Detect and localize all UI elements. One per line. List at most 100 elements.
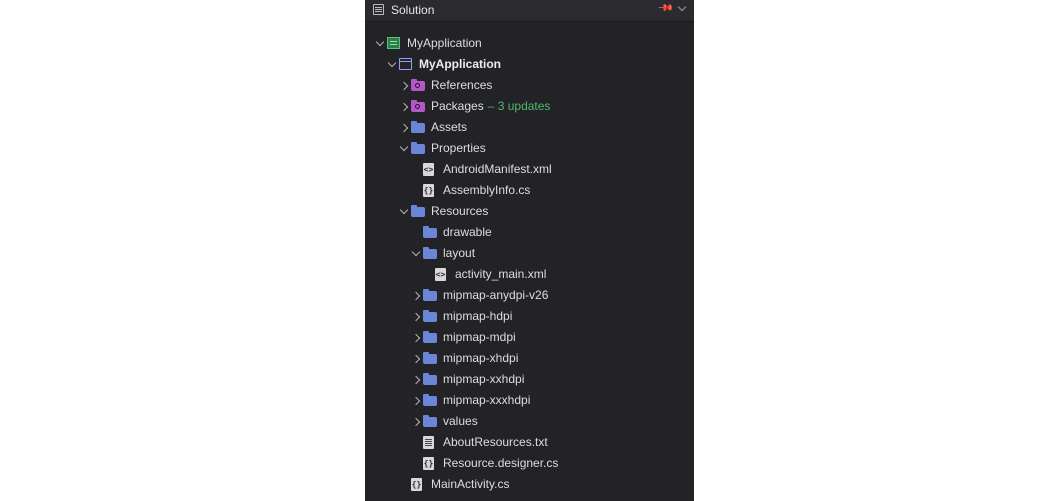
solution-tree: MyApplication MyApplication References Pack… (365, 33, 694, 495)
tree-item[interactable]: Resources (365, 201, 694, 222)
folder-icon (423, 352, 437, 364)
package-folder-icon (411, 79, 425, 91)
tree-item-text: values (443, 414, 478, 428)
chevron-right-icon[interactable] (411, 354, 421, 364)
solution-pad-header: Solution 📌 (365, 0, 694, 22)
tree-item[interactable]: Assets (365, 117, 694, 138)
tree-item-text: mipmap-xxxhdpi (443, 393, 531, 407)
pad-title: Solution (391, 3, 435, 17)
tree-item[interactable]: mipmap-xxhdpi (365, 369, 694, 390)
tree-item-text: activity_main.xml (455, 267, 547, 281)
folder-icon (423, 331, 437, 343)
tree-item[interactable]: mipmap-hdpi (365, 306, 694, 327)
tree-item-label: values (443, 411, 478, 432)
tree-item[interactable]: MyApplication (365, 33, 694, 54)
tree-item-label: activity_main.xml (455, 264, 546, 285)
tree-item-label: mipmap-anydpi-v26 (443, 285, 548, 306)
folder-icon (411, 205, 425, 217)
chevron-right-icon[interactable] (411, 291, 421, 301)
tree-item-label: Resource.designer.cs (443, 453, 558, 474)
xml-file-icon: <> (435, 268, 446, 281)
tree-item-label: Resources (431, 201, 488, 222)
chevron-right-icon[interactable] (411, 417, 421, 427)
tree-item-text: References (431, 78, 493, 92)
chevron-right-icon[interactable] (411, 375, 421, 385)
tree-item-label: Properties (431, 138, 486, 159)
pin-icon[interactable]: 📌 (657, 0, 674, 17)
tree-item[interactable]: drawable (365, 222, 694, 243)
solution-icon (387, 37, 400, 49)
tree-item-text: MyApplication (419, 57, 502, 71)
tree-item-text: AboutResources.txt (443, 435, 548, 449)
tree-item-label: Packages – 3 updates (431, 96, 550, 117)
tree-item-text: mipmap-anydpi-v26 (443, 288, 549, 302)
project-icon (399, 58, 412, 70)
tree-item-label: AndroidManifest.xml (443, 159, 552, 180)
cs-file-icon: {} (423, 457, 434, 470)
tree-item-text: Resource.designer.cs (443, 456, 559, 470)
tree-item-text: Resources (431, 204, 489, 218)
solution-list-icon (373, 4, 384, 15)
tree-item-label: AboutResources.txt (443, 432, 548, 453)
tree-item-text: layout (443, 246, 476, 260)
tree-item[interactable]: <> AndroidManifest.xml (365, 159, 694, 180)
tree-item-label: layout (443, 243, 475, 264)
tree-item[interactable]: AboutResources.txt (365, 432, 694, 453)
tree-item-label: AssemblyInfo.cs (443, 180, 530, 201)
tree-item-label: mipmap-xxhdpi (443, 369, 524, 390)
tree-item[interactable]: {} AssemblyInfo.cs (365, 180, 694, 201)
tree-item-label: mipmap-xhdpi (443, 348, 518, 369)
tree-item[interactable]: mipmap-xxxhdpi (365, 390, 694, 411)
chevron-right-icon[interactable] (411, 333, 421, 343)
chevron-down-icon[interactable] (375, 37, 385, 47)
tree-item[interactable]: Properties (365, 138, 694, 159)
tree-item-label: MainActivity.cs (431, 474, 509, 495)
folder-icon (423, 247, 437, 259)
tree-item[interactable]: {} Resource.designer.cs (365, 453, 694, 474)
chevron-right-icon[interactable] (411, 312, 421, 322)
chevron-down-icon[interactable] (677, 2, 687, 12)
folder-icon (423, 289, 437, 301)
tree-item[interactable]: values (365, 411, 694, 432)
chevron-down-icon[interactable] (411, 247, 421, 257)
chevron-right-icon[interactable] (411, 396, 421, 406)
tree-item-text: AssemblyInfo.cs (443, 183, 531, 197)
xml-file-icon: <> (423, 163, 434, 176)
tree-item-text: Assets (431, 120, 468, 134)
tree-item-text: mipmap-mdpi (443, 330, 516, 344)
tree-item-text: mipmap-hdpi (443, 309, 513, 323)
tree-item-label: mipmap-mdpi (443, 327, 516, 348)
tree-item-label: Assets (431, 117, 467, 138)
tree-item-text: MyApplication (407, 36, 482, 50)
tree-item-label: MyApplication (407, 33, 482, 54)
tree-item[interactable]: mipmap-mdpi (365, 327, 694, 348)
folder-icon (423, 415, 437, 427)
folder-icon (411, 142, 425, 154)
tree-item-label: MyApplication (419, 54, 501, 75)
chevron-right-icon[interactable] (399, 123, 409, 133)
tree-item[interactable]: <> activity_main.xml (365, 264, 694, 285)
chevron-right-icon[interactable] (399, 102, 409, 112)
folder-icon (423, 226, 437, 238)
tree-item-label: mipmap-xxxhdpi (443, 390, 530, 411)
tree-item-text: mipmap-xxhdpi (443, 372, 525, 386)
tree-item[interactable]: layout (365, 243, 694, 264)
chevron-right-icon[interactable] (399, 81, 409, 91)
tree-item-text: Packages (431, 99, 484, 113)
tree-item[interactable]: mipmap-xhdpi (365, 348, 694, 369)
tree-item-label: References (431, 75, 492, 96)
chevron-down-icon[interactable] (387, 58, 397, 68)
tree-item[interactable]: Packages – 3 updates (365, 96, 694, 117)
tree-item[interactable]: {} MainActivity.cs (365, 474, 694, 495)
folder-icon (423, 310, 437, 322)
chevron-down-icon[interactable] (399, 142, 409, 152)
text-file-icon (423, 436, 434, 449)
tree-item[interactable]: MyApplication (365, 54, 694, 75)
tree-item-text: drawable (443, 225, 492, 239)
tree-item-text: Properties (431, 141, 486, 155)
tree-item[interactable]: References (365, 75, 694, 96)
tree-item-text: AndroidManifest.xml (443, 162, 552, 176)
chevron-down-icon[interactable] (399, 205, 409, 215)
tree-item[interactable]: mipmap-anydpi-v26 (365, 285, 694, 306)
tree-item-text: mipmap-xhdpi (443, 351, 519, 365)
